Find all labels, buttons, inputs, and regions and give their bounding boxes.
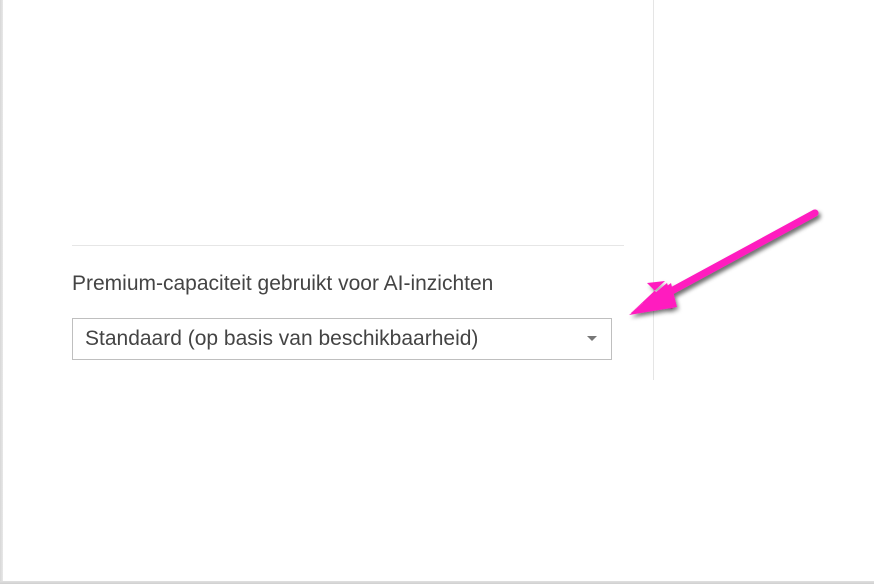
annotation-arrow-icon [625, 205, 845, 325]
ai-insights-capacity-label: Premium-capaciteit gebruikt voor AI-inzi… [72, 272, 624, 296]
dropdown-selected-value: Standaard (op basis van beschikbaarheid) [85, 327, 577, 351]
settings-section: Premium-capaciteit gebruikt voor AI-inzi… [72, 245, 624, 360]
chevron-down-icon [587, 336, 597, 342]
ai-insights-capacity-dropdown[interactable]: Standaard (op basis van beschikbaarheid) [72, 318, 612, 360]
window-left-border [0, 0, 3, 581]
section-divider [72, 245, 624, 246]
panel-right-divider [653, 0, 654, 380]
